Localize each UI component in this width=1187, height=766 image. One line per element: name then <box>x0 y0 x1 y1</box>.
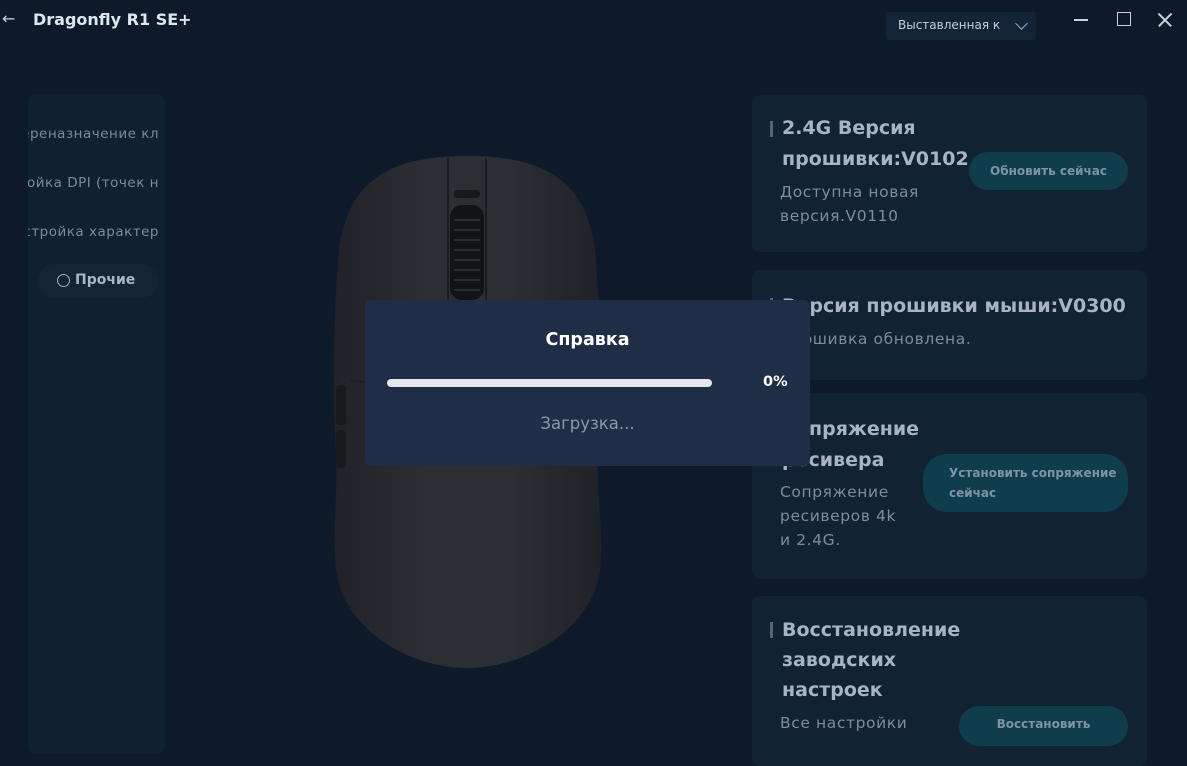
progress-bar <box>387 379 712 387</box>
progress-dialog: Справка 0% Загрузка... <box>365 300 810 466</box>
progress-percent: 0% <box>763 374 788 390</box>
dialog-status: Загрузка... <box>540 414 635 433</box>
dialog-title: Справка <box>545 330 630 350</box>
